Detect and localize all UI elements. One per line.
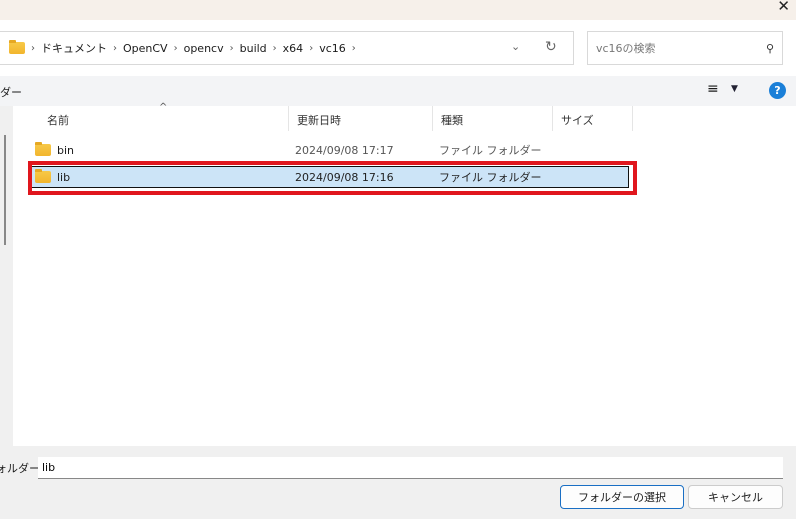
column-header-date[interactable]: 更新日時 (289, 106, 433, 131)
column-header-size[interactable]: サイズ (553, 106, 633, 131)
chevron-down-icon[interactable]: ⌄ (511, 40, 520, 53)
refresh-icon[interactable]: ↻ (545, 39, 557, 55)
select-folder-button[interactable]: フォルダーの選択 (560, 485, 684, 509)
chevron-right-icon: › (173, 42, 178, 54)
scrollbar[interactable] (4, 135, 6, 245)
breadcrumb-item[interactable]: OpenCV (123, 42, 168, 55)
sort-ascending-icon: ^ (159, 102, 168, 113)
chevron-right-icon: › (229, 42, 234, 54)
column-label: 名前 (47, 114, 69, 127)
breadcrumb-item[interactable]: ドキュメント (41, 40, 107, 56)
breadcrumb-item[interactable]: x64 (283, 42, 304, 55)
folder-icon (9, 40, 25, 54)
file-date: 2024/09/08 17:17 (295, 143, 394, 157)
column-header-type[interactable]: 種類 (433, 106, 553, 131)
search-icon: ⚲ (765, 41, 774, 55)
list-item[interactable]: bin 2024/09/08 17:17 ファイル フォルダー (30, 140, 630, 160)
title-bar (0, 0, 796, 20)
cancel-button[interactable]: キャンセル (688, 485, 783, 509)
file-name: bin (57, 143, 75, 157)
column-header-name[interactable]: 名前 ^ (27, 102, 289, 131)
file-type: ファイル フォルダー (439, 144, 542, 157)
breadcrumb-item[interactable]: vc16 (319, 42, 346, 55)
chevron-right-icon: › (113, 42, 117, 54)
search-input[interactable]: vc16の検索 ⚲ (587, 31, 783, 65)
chevron-right-icon: › (272, 42, 277, 54)
chevron-right-icon: › (351, 42, 356, 54)
breadcrumb-item[interactable]: opencv (184, 42, 224, 55)
toolbar: ダー ≡ ▼ ? (0, 76, 796, 106)
highlight-annotation (28, 161, 637, 195)
caret-down-icon[interactable]: ▼ (731, 84, 738, 94)
close-icon[interactable]: ✕ (777, 0, 790, 15)
help-icon[interactable]: ? (769, 82, 786, 99)
new-folder-button[interactable]: ダー (0, 84, 22, 100)
chevron-right-icon: › (31, 42, 35, 54)
chevron-right-icon: › (309, 42, 314, 54)
folder-icon (35, 142, 51, 156)
breadcrumb-item[interactable]: build (240, 42, 267, 55)
navigation-pane (0, 106, 13, 446)
folder-input[interactable] (38, 457, 783, 479)
view-menu-icon[interactable]: ≡ (707, 81, 719, 97)
address-bar[interactable]: › ドキュメント › OpenCV › opencv › build › x64 › vc… (0, 31, 574, 65)
search-placeholder: vc16の検索 (596, 42, 656, 55)
